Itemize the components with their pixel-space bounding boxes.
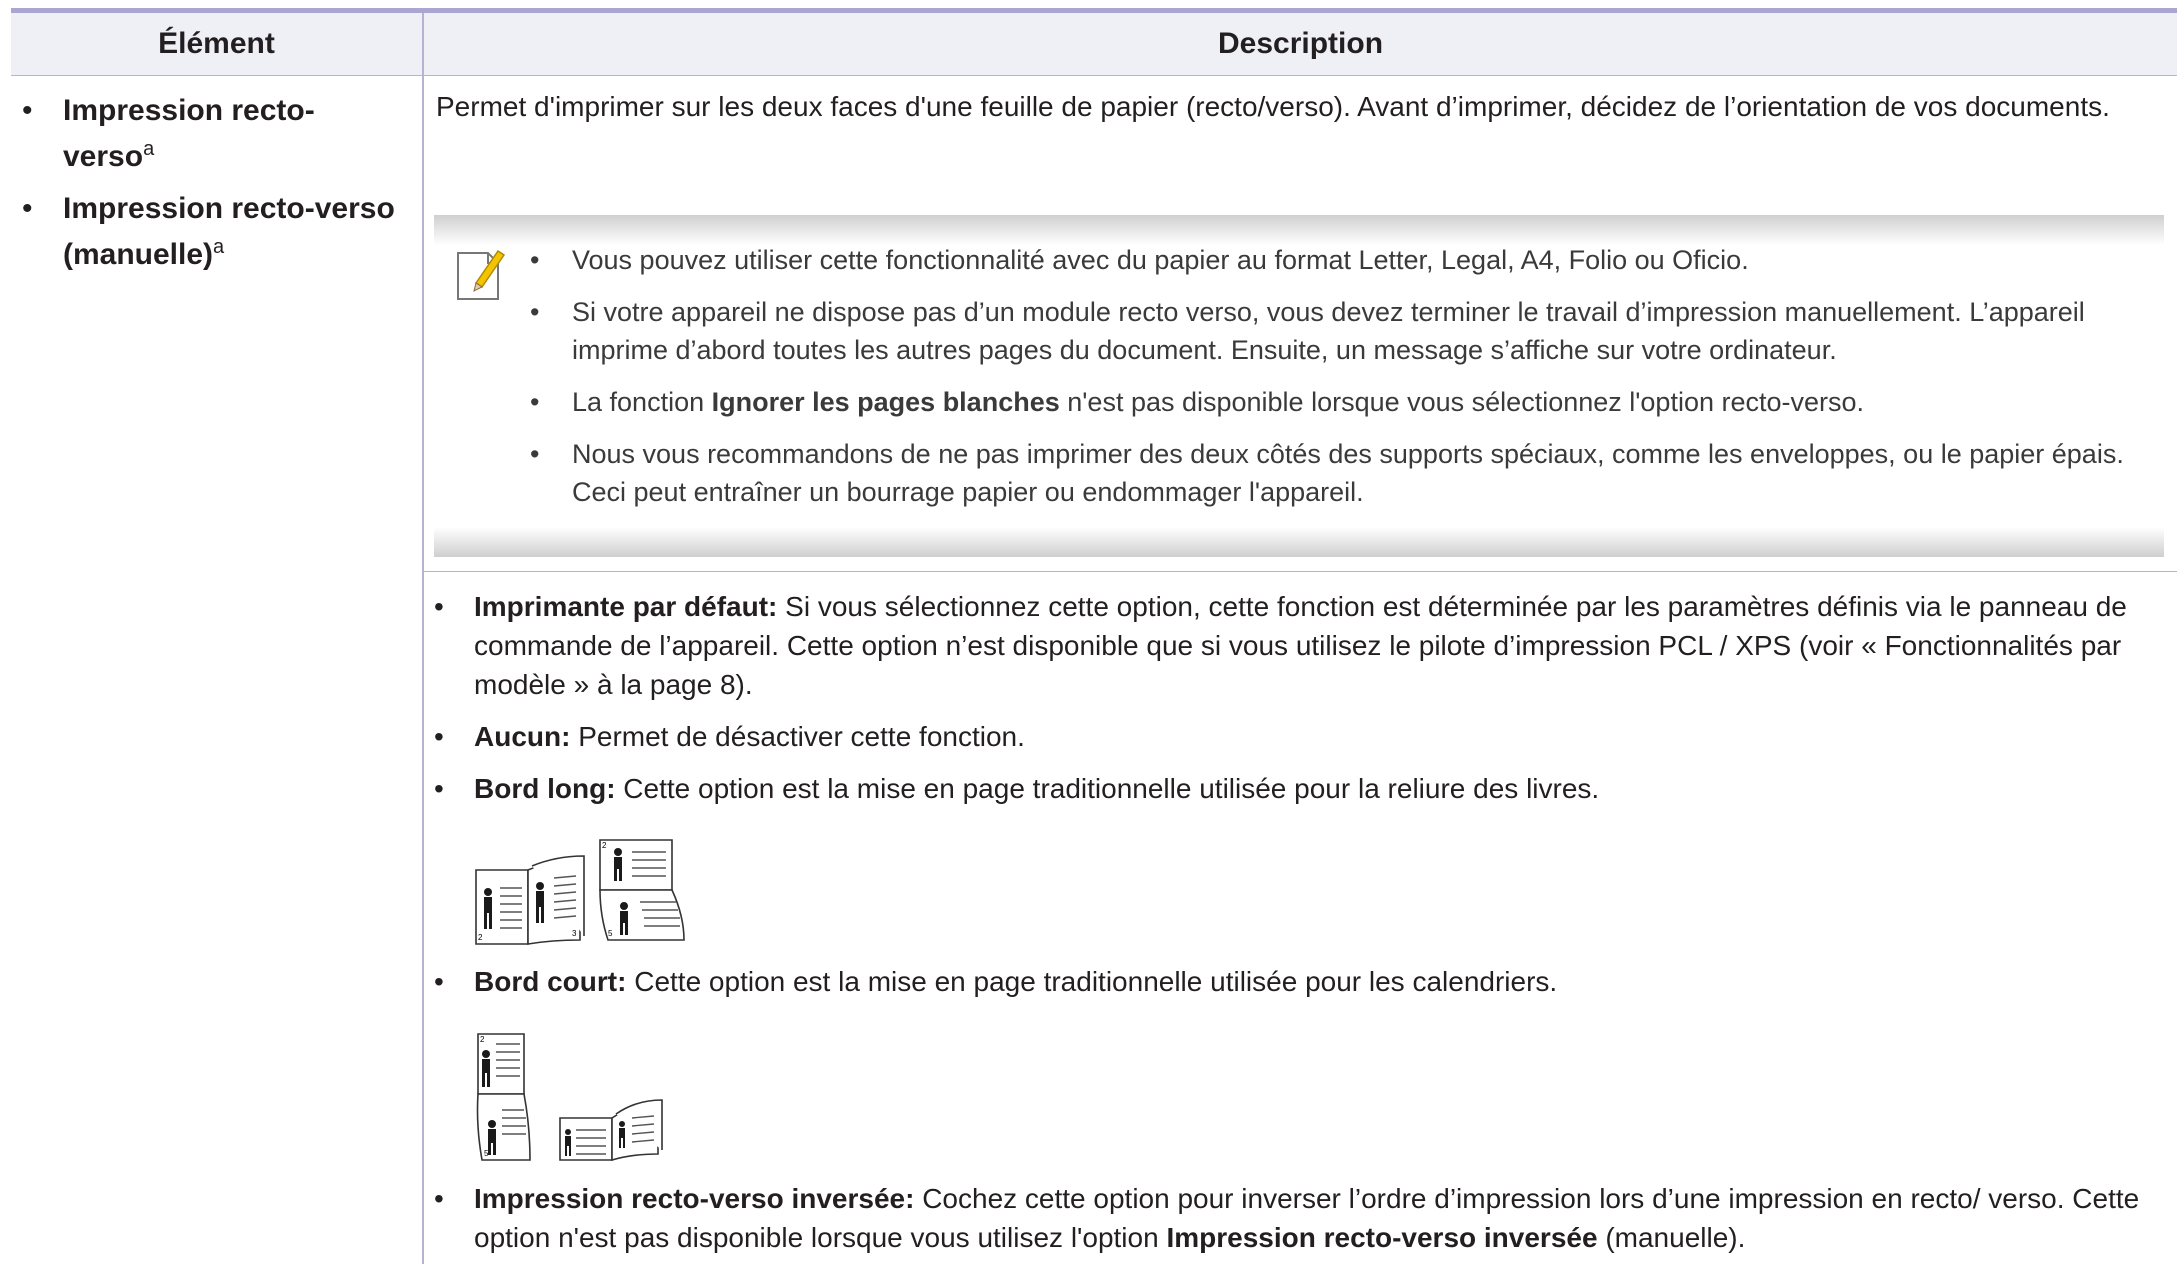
option-text: Cette option est la mise en page traditi… [626, 966, 1558, 997]
short-edge-illustration: 2 5 [472, 1030, 702, 1171]
element-name-line1: Impression recto-verso [63, 192, 395, 225]
bullet: • [434, 1183, 444, 1214]
bullet: • [530, 245, 540, 275]
option-label: Imprimante par défaut: [474, 591, 778, 622]
long-edge-illustration: 2 3 2 5 [472, 836, 702, 953]
bullet: • [434, 966, 444, 997]
note-bold-term: Ignorer les pages blanches [711, 387, 1060, 417]
option-text: Permet de désactiver cette fonction. [570, 721, 1025, 752]
note-box: • Vous pouvez utiliser cette fonctionnal… [434, 215, 2164, 557]
page-number: 5 [484, 1149, 489, 1158]
bullet: • [22, 192, 33, 225]
option-long-edge: • Bord long: Cette option est la mise en… [434, 769, 2154, 808]
bullet: • [530, 387, 540, 417]
option-reverse-duplex: • Impression recto-verso inversée: Coche… [434, 1179, 2154, 1257]
note-text: n'est pas disponible lorsque vous sélect… [1059, 387, 1865, 417]
bullet: • [434, 591, 444, 622]
document-page: Élément Description • Impression recto- … [0, 0, 2177, 1264]
bullet: • [434, 773, 444, 804]
note-text: Si votre appareil ne dispose pas d’un mo… [572, 297, 2085, 365]
page-number: 5 [608, 929, 613, 938]
option-short-edge: • Bord court: Cette option est la mise e… [434, 962, 2154, 1001]
element-name-line1: Impression recto- [63, 94, 315, 127]
element-list: • Impression recto- versoa • Impression … [22, 88, 412, 284]
footnote-marker: a [213, 236, 225, 258]
option-list-short: • Bord court: Cette option est la mise e… [434, 962, 2154, 1001]
note-text: La fonction [572, 387, 712, 417]
page-number: 2 [602, 841, 607, 850]
footnote-marker: a [143, 138, 155, 160]
note-pencil-icon [454, 245, 506, 303]
note-list: • Vous pouvez utiliser cette fonctionnal… [530, 241, 2150, 525]
note-item: • La fonction Ignorer les pages blanches… [530, 383, 2150, 421]
page-number: 3 [572, 929, 577, 938]
element-item-recto-verso-manuelle: • Impression recto-verso (manuelle)a [22, 186, 412, 278]
option-label: Bord court: [474, 966, 627, 997]
option-bold-term: Impression recto-verso inversée [1166, 1222, 1598, 1253]
option-label: Impression recto-verso inversée: [474, 1183, 915, 1214]
option-default-printer: • Imprimante par défaut: Si vous sélecti… [434, 587, 2154, 704]
note-item: • Vous pouvez utiliser cette fonctionnal… [530, 241, 2150, 279]
element-name-line2: verso [63, 140, 144, 173]
note-text: Nous vous recommandons de ne pas imprime… [572, 439, 2124, 507]
header-description: Description [1217, 27, 1384, 60]
bullet: • [22, 94, 33, 127]
note-text: Vous pouvez utiliser cette fonctionnalit… [572, 245, 1749, 275]
header-element: Élément [158, 27, 275, 60]
option-text: Cette option est la mise en page traditi… [615, 773, 1600, 804]
note-bottom-shade [434, 527, 2164, 557]
option-label: Aucun: [474, 721, 571, 752]
column-divider [422, 13, 424, 1264]
bullet: • [530, 297, 540, 327]
bullet: • [530, 439, 540, 469]
option-list-reverse: • Impression recto-verso inversée: Coche… [434, 1179, 2154, 1257]
row-divider [424, 571, 2177, 572]
intro-paragraph: Permet d'imprimer sur les deux faces d'u… [436, 91, 2110, 122]
bullet: • [434, 721, 444, 752]
element-item-recto-verso: • Impression recto- versoa [22, 88, 412, 180]
note-item: • Nous vous recommandons de ne pas impri… [530, 435, 2150, 511]
page-number: 2 [480, 1035, 485, 1044]
element-name-line2: (manuelle) [63, 238, 214, 271]
option-label: Bord long: [474, 773, 616, 804]
page-number: 2 [478, 933, 483, 942]
option-text: (manuelle). [1597, 1222, 1746, 1253]
note-item: • Si votre appareil ne dispose pas d’un … [530, 293, 2150, 369]
option-none: • Aucun: Permet de désactiver cette fonc… [434, 717, 2154, 756]
option-list-top: • Imprimante par défaut: Si vous sélecti… [434, 587, 2154, 808]
